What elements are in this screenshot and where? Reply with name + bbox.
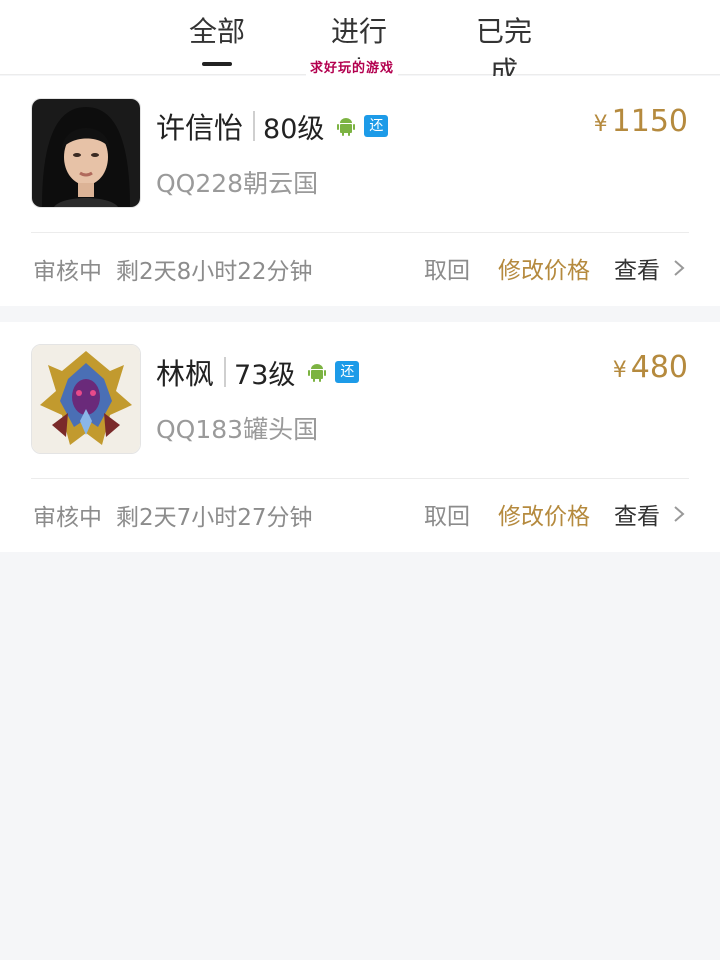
view-label: 查看 <box>614 504 660 530</box>
server-name: QQ183罐头国 <box>156 415 319 444</box>
view-button[interactable]: 查看 <box>614 497 686 531</box>
character-title: 许信怡 80级 还 <box>156 106 389 146</box>
title-separator <box>224 357 227 387</box>
price-value: 480 <box>630 350 688 385</box>
character-level: 80级 <box>263 113 325 145</box>
character-title: 林枫 73级 还 <box>156 352 360 392</box>
character-name: 许信怡 <box>156 111 244 145</box>
order-card[interactable]: 林枫 73级 还 QQ183罐头国 ¥480 审核中 剩2天7小时27分钟 取回 … <box>0 322 720 552</box>
tab-completed[interactable]: 已完成 <box>465 12 543 88</box>
time-remaining: 剩2天7小时27分钟 <box>116 505 313 531</box>
character-name: 林枫 <box>156 357 215 391</box>
active-tab-indicator <box>202 62 232 66</box>
tab-all[interactable]: 全部 <box>186 12 248 52</box>
order-actions: 取回 修改价格 查看 <box>424 494 686 534</box>
price-label: ¥1150 <box>594 104 688 139</box>
order-actions: 取回 修改价格 查看 <box>424 248 686 288</box>
price-value: 1150 <box>611 104 688 139</box>
order-card[interactable]: 许信怡 80级 还 QQ228朝云国 ¥1150 审核中 剩2天8小时22分钟 取… <box>0 76 720 306</box>
currency-symbol: ¥ <box>612 358 627 383</box>
character-avatar <box>31 344 141 454</box>
view-label: 查看 <box>614 258 660 284</box>
review-status: 审核中 剩2天8小时22分钟 <box>33 252 313 286</box>
tab-in-progress[interactable]: 进行中 <box>320 12 398 88</box>
withdraw-button[interactable]: 取回 <box>424 497 470 531</box>
character-level: 73级 <box>234 359 296 391</box>
edit-price-button[interactable]: 修改价格 <box>498 497 590 531</box>
edit-price-button[interactable]: 修改价格 <box>498 251 590 285</box>
character-avatar <box>31 98 141 208</box>
return-badge: 还 <box>335 361 360 383</box>
price-label: ¥480 <box>613 350 688 385</box>
return-badge: 还 <box>364 115 389 137</box>
time-remaining: 剩2天8小时22分钟 <box>116 259 313 285</box>
card-divider <box>31 478 689 479</box>
chevron-right-icon <box>674 260 685 276</box>
status-text: 审核中 <box>33 505 102 531</box>
card-divider <box>31 232 689 233</box>
withdraw-button[interactable]: 取回 <box>424 251 470 285</box>
currency-symbol: ¥ <box>593 112 608 137</box>
chevron-right-icon <box>674 506 685 522</box>
android-icon <box>307 362 327 382</box>
server-name: QQ228朝云国 <box>156 169 319 198</box>
title-separator <box>253 111 256 141</box>
status-text: 审核中 <box>33 259 102 285</box>
android-icon <box>336 116 356 136</box>
review-status: 审核中 剩2天7小时27分钟 <box>33 498 313 532</box>
view-button[interactable]: 查看 <box>614 251 686 285</box>
